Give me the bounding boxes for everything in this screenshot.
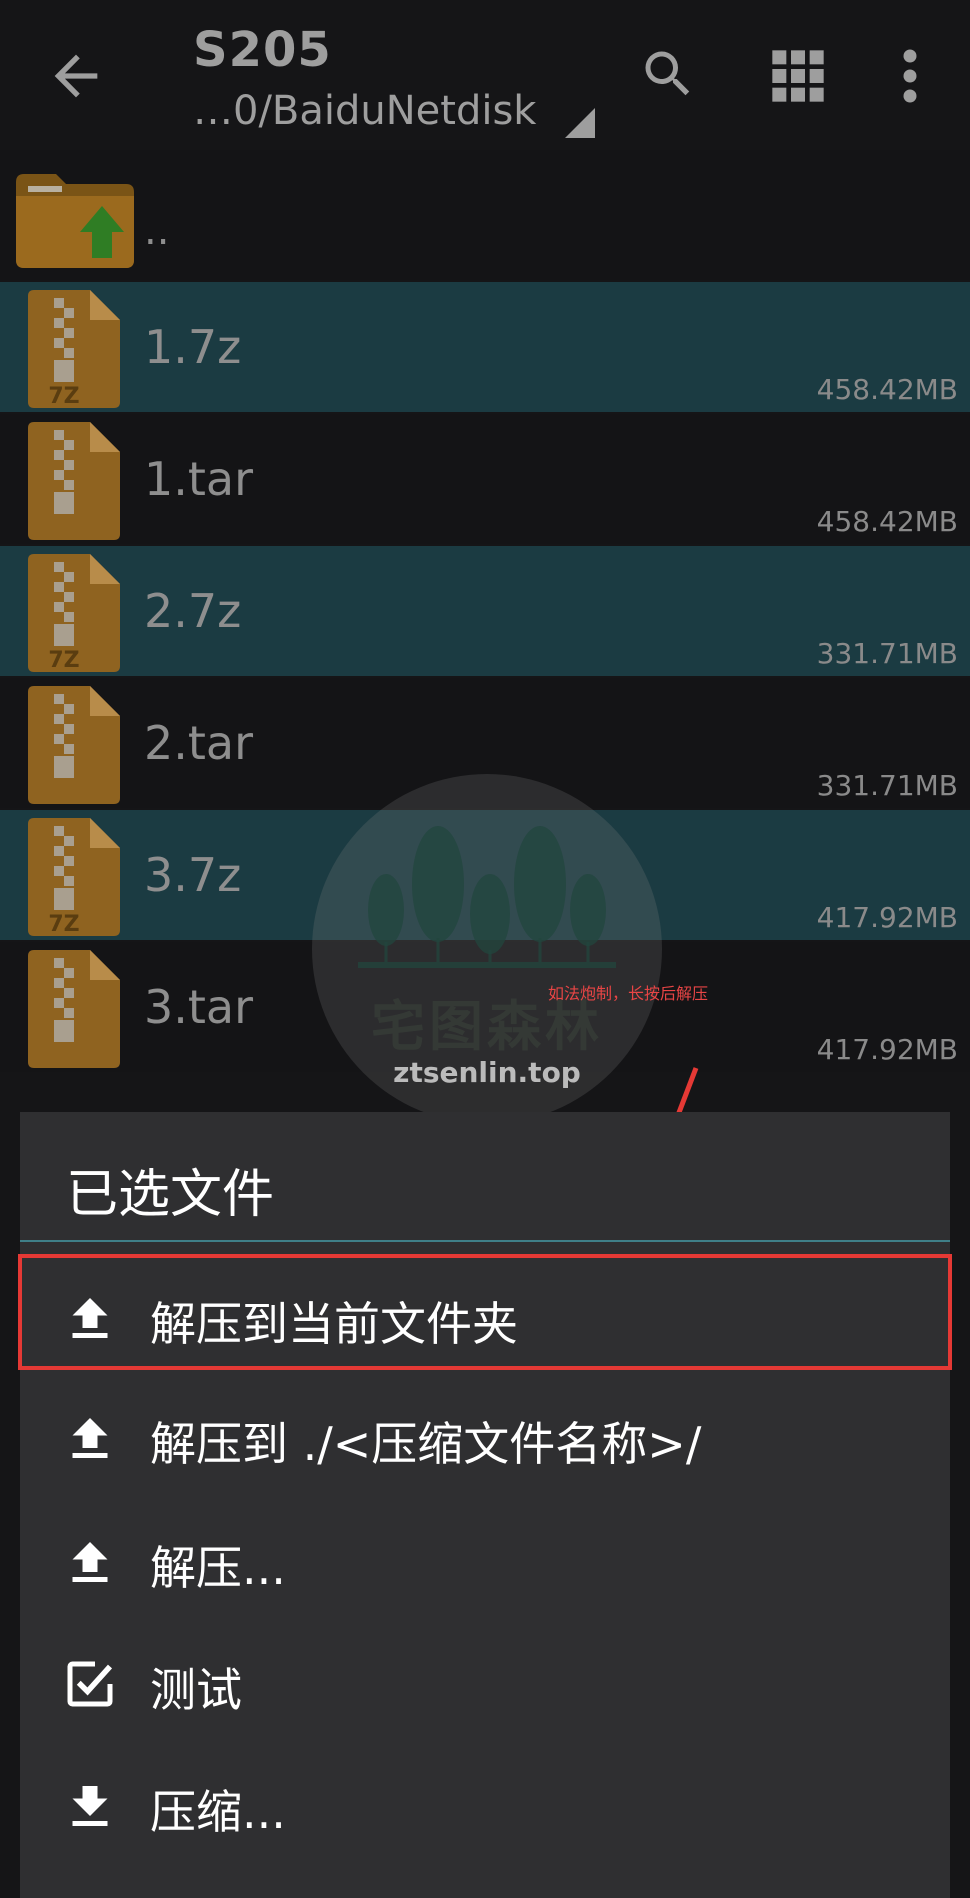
file-row[interactable]: 7Z 1.7z 458.42MB bbox=[0, 282, 970, 412]
file-row[interactable]: 1.tar 458.42MB bbox=[0, 414, 970, 544]
more-vert-icon[interactable] bbox=[890, 46, 930, 106]
archive-type-badge: 7Z bbox=[48, 912, 79, 936]
parent-directory-row[interactable]: .. bbox=[0, 150, 970, 280]
compress-icon bbox=[72, 1786, 108, 1826]
extract-icon bbox=[72, 1418, 108, 1458]
file-size: 331.71MB bbox=[816, 769, 958, 802]
archive-file-icon: 7Z bbox=[28, 554, 120, 672]
menu-label: 解压到 ./<压缩文件名称>/ bbox=[150, 1417, 702, 1471]
menu-label: 解压到当前文件夹 bbox=[150, 1297, 518, 1351]
extract-icon bbox=[72, 1542, 108, 1582]
archive-file-icon bbox=[28, 950, 120, 1068]
app-bar: S205 …0/BaiduNetdisk bbox=[0, 0, 970, 148]
checkbox-icon bbox=[67, 1661, 113, 1707]
extract-icon bbox=[72, 1298, 108, 1338]
annotation-note: 如法炮制，长按后解压 bbox=[548, 984, 709, 1003]
menu-label: 解压... bbox=[150, 1541, 286, 1595]
file-size: 458.42MB bbox=[816, 373, 958, 406]
file-name: 1.7z bbox=[144, 320, 242, 374]
extract-to-folder-item[interactable]: 解压到 ./<压缩文件名称>/ bbox=[20, 1378, 950, 1500]
trees-logo-icon bbox=[358, 826, 616, 968]
grid-view-icon[interactable] bbox=[770, 48, 826, 104]
archive-type-badge: 7Z bbox=[48, 648, 79, 672]
folder-title: S205 bbox=[193, 22, 332, 78]
file-row[interactable]: 7Z 2.7z 331.71MB bbox=[0, 546, 970, 676]
parent-directory-label: .. bbox=[144, 208, 170, 254]
dropdown-triangle-icon[interactable] bbox=[565, 108, 595, 138]
test-item[interactable]: 测试 bbox=[20, 1624, 950, 1746]
file-name: 2.7z bbox=[144, 584, 242, 638]
archive-type-badge: 7Z bbox=[48, 384, 79, 408]
compress-item[interactable]: 压缩... bbox=[20, 1746, 950, 1868]
search-icon[interactable] bbox=[638, 44, 698, 104]
file-name: 3.tar bbox=[144, 980, 254, 1034]
menu-label: 压缩... bbox=[150, 1785, 286, 1839]
sheet-divider bbox=[20, 1240, 950, 1242]
file-name: 2.tar bbox=[144, 716, 254, 770]
menu-label: 测试 bbox=[150, 1663, 242, 1717]
archive-file-icon bbox=[28, 422, 120, 540]
sheet-title: 已选文件 bbox=[66, 1165, 275, 1225]
folder-up-icon bbox=[16, 174, 134, 268]
file-size: 417.92MB bbox=[816, 901, 958, 934]
archive-file-icon bbox=[28, 686, 120, 804]
selected-files-sheet: 已选文件 解压到当前文件夹 解压到 ./<压缩文件名称>/ 解压... 测试 压… bbox=[18, 1112, 952, 1898]
file-name: 1.tar bbox=[144, 452, 254, 506]
file-name: 3.7z bbox=[144, 848, 242, 902]
extract-here-item[interactable]: 解压到当前文件夹 bbox=[18, 1254, 952, 1380]
extract-item[interactable]: 解压... bbox=[20, 1502, 950, 1624]
folder-path[interactable]: …0/BaiduNetdisk bbox=[193, 88, 536, 134]
archive-file-icon: 7Z bbox=[28, 818, 120, 936]
file-size: 331.71MB bbox=[816, 637, 958, 670]
arrow-back-icon[interactable] bbox=[44, 44, 108, 108]
file-size: 417.92MB bbox=[816, 1033, 958, 1066]
file-size: 458.42MB bbox=[816, 505, 958, 538]
archive-file-icon: 7Z bbox=[28, 290, 120, 408]
